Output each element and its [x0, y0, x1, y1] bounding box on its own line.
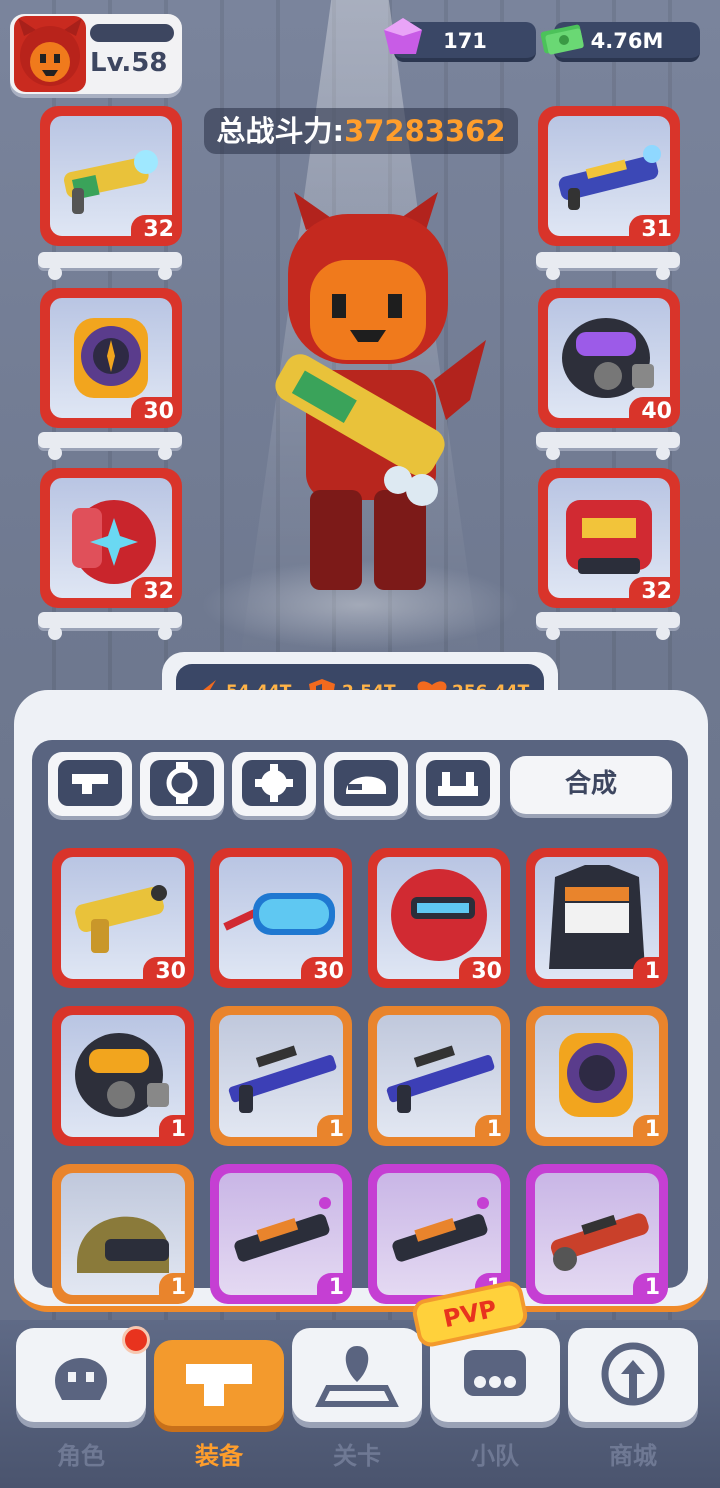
helmet-tab-icon [334, 760, 398, 806]
item-level: 30 [131, 397, 182, 428]
item-level: 40 [629, 397, 680, 428]
armor-tab-icon [426, 760, 490, 806]
inventory-item[interactable]: 1 [52, 1006, 194, 1146]
shelf [38, 432, 182, 460]
item-level: 30 [143, 957, 194, 988]
item-level: 1 [632, 1273, 668, 1304]
map-pin-icon [315, 1346, 399, 1407]
inventory-item[interactable]: 30 [210, 848, 352, 988]
gem-counter[interactable]: 171 [384, 18, 536, 62]
notification-dot [122, 1326, 150, 1354]
shelf [38, 252, 182, 280]
nav-label-equipment: 装备 [195, 1442, 243, 1470]
equip-slot-mask[interactable]: 40 [538, 288, 680, 428]
item-level: 1 [158, 1273, 194, 1304]
gem-icon [384, 18, 422, 54]
gem-amount: 171 [443, 29, 487, 53]
item-level: 32 [131, 577, 182, 608]
inventory-item[interactable]: 1 [52, 1164, 194, 1304]
inventory-item[interactable]: 30 [52, 848, 194, 988]
shelf [536, 432, 680, 460]
inventory-item[interactable]: 1 [210, 1006, 352, 1146]
nav-equipment[interactable] [154, 1340, 284, 1426]
xp-bar [90, 24, 174, 42]
tab-gear[interactable] [232, 752, 316, 816]
tab-weapons[interactable] [48, 752, 132, 816]
item-level: 1 [316, 1273, 352, 1304]
inventory-item[interactable]: 1 [526, 848, 668, 988]
cash-amount: 4.76M [590, 29, 664, 53]
hero-character [275, 192, 486, 590]
cash-icon [540, 24, 584, 55]
equip-slot-armor[interactable]: 32 [538, 468, 680, 608]
devil-hood-avatar-icon [18, 18, 82, 86]
item-level: 30 [459, 957, 510, 988]
nav-stages[interactable] [292, 1328, 422, 1422]
nav-shop[interactable] [568, 1328, 698, 1422]
total-power: 总战斗力:37283362 [204, 108, 518, 154]
item-level: 32 [131, 215, 182, 246]
nav-label-character: 角色 [57, 1442, 105, 1470]
nav-label-stages: 关卡 [333, 1442, 381, 1470]
gun-icon [186, 1364, 252, 1406]
item-level: 1 [316, 1115, 352, 1146]
gun-tab-icon [58, 760, 122, 806]
shop-icon [601, 1342, 665, 1406]
inventory-item[interactable]: 30 [368, 848, 510, 988]
player-level: Lv.58 [90, 48, 168, 78]
watch-tab-icon [150, 760, 214, 806]
nav-label-shop: 商城 [609, 1442, 657, 1470]
inventory-item[interactable]: 1 [526, 1164, 668, 1304]
inventory-item[interactable]: 1 [368, 1164, 510, 1304]
equip-slot-rifle[interactable]: 31 [538, 106, 680, 246]
inventory-item[interactable]: 1 [210, 1164, 352, 1304]
shelf [38, 612, 182, 640]
tab-armor[interactable] [416, 752, 500, 816]
nav-label-squad: 小队 [471, 1442, 519, 1470]
gear-tab-icon [242, 760, 306, 806]
item-level: 31 [629, 215, 680, 246]
item-level: 1 [632, 1115, 668, 1146]
tab-helmets[interactable] [324, 752, 408, 816]
player-profile[interactable]: Lv.58 [10, 14, 182, 94]
shelf [536, 612, 680, 640]
equip-slot-watch[interactable]: 30 [40, 288, 182, 428]
item-level: 1 [158, 1115, 194, 1146]
inventory-item[interactable]: 1 [368, 1006, 510, 1146]
shelf [536, 252, 680, 280]
item-level: 32 [629, 577, 680, 608]
equip-slot-weapon[interactable]: 32 [40, 106, 182, 246]
power-label: 总战斗力: [216, 114, 345, 148]
tab-watches[interactable] [140, 752, 224, 816]
item-level: 30 [301, 957, 352, 988]
item-level: 1 [474, 1115, 510, 1146]
avatar[interactable] [14, 16, 86, 92]
cash-counter[interactable]: 4.76M [540, 22, 700, 62]
equip-slot-gear[interactable]: 32 [40, 468, 182, 608]
item-level: 1 [632, 957, 668, 988]
power-value: 37283362 [344, 114, 506, 148]
inventory-item[interactable]: 1 [526, 1006, 668, 1146]
fuse-button[interactable]: 合成 [510, 756, 672, 814]
